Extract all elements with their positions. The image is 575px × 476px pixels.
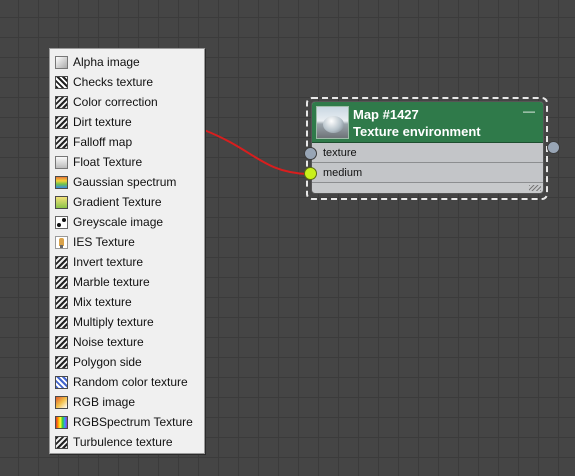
menu-item-rgbspectrum-texture[interactable]: RGBSpectrum Texture [50, 412, 204, 432]
menu-item-label: Invert texture [73, 255, 144, 269]
collapse-button[interactable]: — [523, 105, 535, 117]
random-color-texture-icon [55, 375, 68, 389]
port-label-medium: medium [323, 166, 363, 179]
menu-item-alpha-image[interactable]: Alpha image [50, 52, 204, 72]
checks-texture-icon [55, 75, 68, 89]
menu-item-label: Gaussian spectrum [73, 175, 177, 189]
menu-item-gaussian-spectrum[interactable]: Gaussian spectrum [50, 172, 204, 192]
menu-item-multiply-texture[interactable]: Multiply texture [50, 312, 204, 332]
menu-item-label: Mix texture [73, 295, 132, 309]
port-row-medium: medium [312, 163, 543, 183]
menu-item-label: RGB image [73, 395, 136, 409]
node-preview-thumbnail [316, 106, 349, 139]
menu-item-label: Float Texture [73, 155, 143, 169]
menu-item-gradient-texture[interactable]: Gradient Texture [50, 192, 204, 212]
gradient-texture-icon [55, 195, 68, 209]
menu-item-label: Dirt texture [73, 115, 132, 129]
turbulence-texture-icon [55, 435, 68, 449]
rgbspectrum-texture-icon [55, 415, 68, 429]
menu-item-label: RGBSpectrum Texture [73, 415, 193, 429]
medium-input-port[interactable] [304, 167, 317, 180]
menu-item-noise-texture[interactable]: Noise texture [50, 332, 204, 352]
node-subtitle: Texture environment [353, 124, 481, 139]
port-row-texture: texture [312, 143, 543, 163]
menu-item-rgb-image[interactable]: RGB image [50, 392, 204, 412]
menu-item-label: Greyscale image [73, 215, 164, 229]
menu-item-label: Turbulence texture [73, 435, 173, 449]
menu-item-label: Marble texture [73, 275, 150, 289]
menu-item-label: Gradient Texture [73, 195, 162, 209]
float-texture-icon [55, 155, 68, 169]
marble-texture-icon [55, 275, 68, 289]
multiply-texture-icon [55, 315, 68, 329]
menu-item-marble-texture[interactable]: Marble texture [50, 272, 204, 292]
menu-item-label: Falloff map [73, 135, 133, 149]
menu-item-label: Color correction [73, 95, 158, 109]
gaussian-spectrum-icon [55, 175, 68, 189]
menu-item-mix-texture[interactable]: Mix texture [50, 292, 204, 312]
wire-path [203, 129, 308, 175]
menu-item-ies-texture[interactable]: IES Texture [50, 232, 204, 252]
menu-item-label: Noise texture [73, 335, 144, 349]
dirt-texture-icon [55, 115, 68, 129]
polygon-side-icon [55, 355, 68, 369]
texture-type-menu: Alpha image Checks texture Color correct… [49, 48, 205, 454]
node-title: Map #1427 [353, 107, 419, 122]
menu-item-random-color-texture[interactable]: Random color texture [50, 372, 204, 392]
node-header[interactable]: Map #1427 Texture environment — [312, 102, 543, 143]
noise-texture-icon [55, 335, 68, 349]
menu-item-polygon-side[interactable]: Polygon side [50, 352, 204, 372]
menu-item-checks-texture[interactable]: Checks texture [50, 72, 204, 92]
output-port[interactable] [547, 141, 560, 154]
menu-item-dirt-texture[interactable]: Dirt texture [50, 112, 204, 132]
greyscale-image-icon [55, 215, 68, 229]
port-label-texture: texture [323, 146, 357, 159]
texture-environment-node[interactable]: Map #1427 Texture environment — texture … [311, 101, 544, 194]
menu-item-float-texture[interactable]: Float Texture [50, 152, 204, 172]
menu-item-label: IES Texture [73, 235, 135, 249]
texture-input-port[interactable] [304, 147, 317, 160]
menu-item-falloff-map[interactable]: Falloff map [50, 132, 204, 152]
menu-item-greyscale-image[interactable]: Greyscale image [50, 212, 204, 232]
menu-item-label: Multiply texture [73, 315, 154, 329]
menu-item-label: Random color texture [73, 375, 188, 389]
ies-texture-icon [55, 235, 68, 249]
menu-item-turbulence-texture[interactable]: Turbulence texture [50, 432, 204, 452]
alpha-image-icon [55, 55, 68, 69]
falloff-map-icon [55, 135, 68, 149]
menu-item-invert-texture[interactable]: Invert texture [50, 252, 204, 272]
rgb-image-icon [55, 395, 68, 409]
menu-item-label: Checks texture [73, 75, 154, 89]
menu-item-label: Alpha image [73, 55, 140, 69]
invert-texture-icon [55, 255, 68, 269]
resize-grip[interactable] [529, 185, 541, 191]
preview-sphere [323, 116, 344, 133]
mix-texture-icon [55, 295, 68, 309]
menu-item-label: Polygon side [73, 355, 142, 369]
menu-item-color-correction[interactable]: Color correction [50, 92, 204, 112]
color-correction-icon [55, 95, 68, 109]
